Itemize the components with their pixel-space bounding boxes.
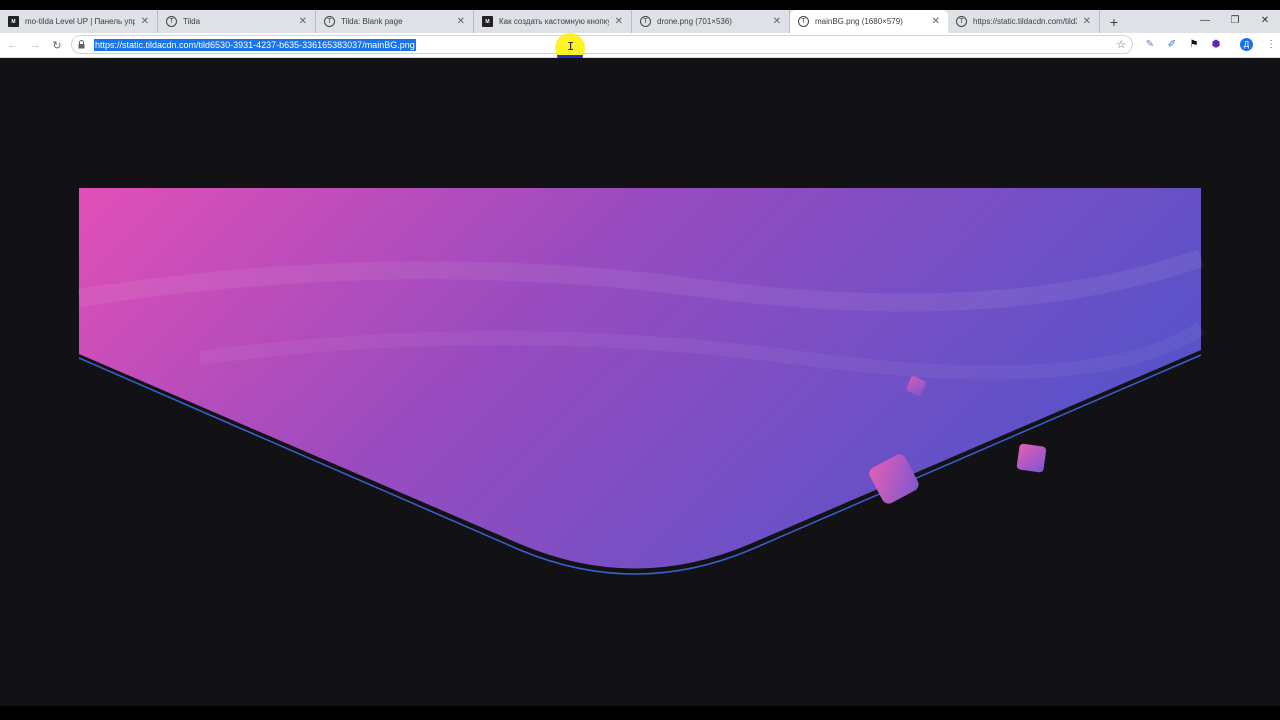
- reload-icon[interactable]: ↻: [46, 34, 68, 56]
- browser-toolbar: ← → ↻ https://static.tildacdn.com/tild65…: [0, 33, 1280, 58]
- tilda-icon: T: [166, 16, 177, 27]
- tab-mo-tilda[interactable]: M mo-tilda Level UP | Панель упра ✕: [0, 10, 158, 33]
- pen-extension-icon[interactable]: ✎: [1142, 36, 1158, 52]
- profile-avatar[interactable]: Д: [1240, 37, 1253, 51]
- floating-cube: [1016, 443, 1047, 473]
- tab-title: Как создать кастомную кнопку: [499, 17, 609, 26]
- text-cursor-icon: I: [567, 40, 575, 54]
- close-window-icon[interactable]: ✕: [1250, 10, 1280, 30]
- tab-custom-button[interactable]: M Как создать кастомную кнопку ✕: [474, 10, 632, 33]
- close-tab-icon[interactable]: ✕: [299, 16, 307, 27]
- tab-mainbg-png[interactable]: T mainBG.png (1680×579) ✕: [790, 10, 948, 33]
- bookmark-star-icon[interactable]: ☆: [1116, 38, 1126, 51]
- tilda-icon: T: [798, 16, 809, 27]
- dark-logo-icon: M: [482, 16, 493, 27]
- window-controls: — ❐ ✕: [1190, 10, 1280, 33]
- tab-title: mo-tilda Level UP | Панель упра: [25, 17, 135, 26]
- tab-blank-page[interactable]: T Tilda: Blank page ✕: [316, 10, 474, 33]
- address-bar[interactable]: https://static.tildacdn.com/tild6530-393…: [71, 35, 1133, 54]
- close-tab-icon[interactable]: ✕: [615, 16, 623, 27]
- eyedropper-extension-icon[interactable]: ✐: [1164, 36, 1180, 52]
- tab-tilda[interactable]: T Tilda ✕: [158, 10, 316, 33]
- tilda-icon: T: [956, 16, 967, 27]
- screen-bottom-strip: [0, 706, 1280, 720]
- lock-icon[interactable]: [78, 40, 88, 49]
- close-tab-icon[interactable]: ✕: [1083, 16, 1091, 27]
- tab-title: Tilda: Blank page: [341, 17, 403, 26]
- close-tab-icon[interactable]: ✕: [932, 16, 940, 27]
- screen-top-strip: [0, 0, 1280, 10]
- hexagon-extension-icon[interactable]: ⬢: [1208, 36, 1224, 52]
- main-bg-image: [77, 188, 1205, 575]
- tab-strip: M mo-tilda Level UP | Панель упра ✕ T Ti…: [0, 10, 1280, 33]
- tab-title: mainBG.png (1680×579): [815, 17, 903, 26]
- tilda-icon: T: [324, 16, 335, 27]
- dark-logo-icon: M: [8, 16, 19, 27]
- flag-extension-icon[interactable]: ⚑: [1186, 36, 1202, 52]
- close-tab-icon[interactable]: ✕: [457, 16, 465, 27]
- back-arrow-icon[interactable]: ←: [2, 34, 24, 56]
- close-tab-icon[interactable]: ✕: [773, 16, 781, 27]
- tab-title: drone.png (701×536): [657, 17, 732, 26]
- image-viewport: [0, 58, 1280, 706]
- tab-title: Tilda: [183, 17, 201, 26]
- tilda-icon: T: [640, 16, 651, 27]
- new-tab-button[interactable]: +: [1100, 10, 1128, 33]
- forward-arrow-icon[interactable]: →: [24, 34, 46, 56]
- close-tab-icon[interactable]: ✕: [141, 16, 149, 27]
- restore-icon[interactable]: ❐: [1220, 10, 1250, 30]
- menu-kebab-icon[interactable]: ⋮: [1263, 36, 1279, 52]
- tab-static-url[interactable]: T https://static.tildacdn.com/tild36 ✕: [948, 10, 1100, 33]
- tab-drone-png[interactable]: T drone.png (701×536) ✕: [632, 10, 790, 33]
- url-text[interactable]: https://static.tildacdn.com/tild6530-393…: [94, 38, 416, 51]
- extensions-area: ✎ ✐ ⚑ ⬢ Д ⋮: [1142, 36, 1279, 52]
- tab-title: https://static.tildacdn.com/tild36: [973, 17, 1077, 26]
- minimize-icon[interactable]: —: [1190, 10, 1220, 30]
